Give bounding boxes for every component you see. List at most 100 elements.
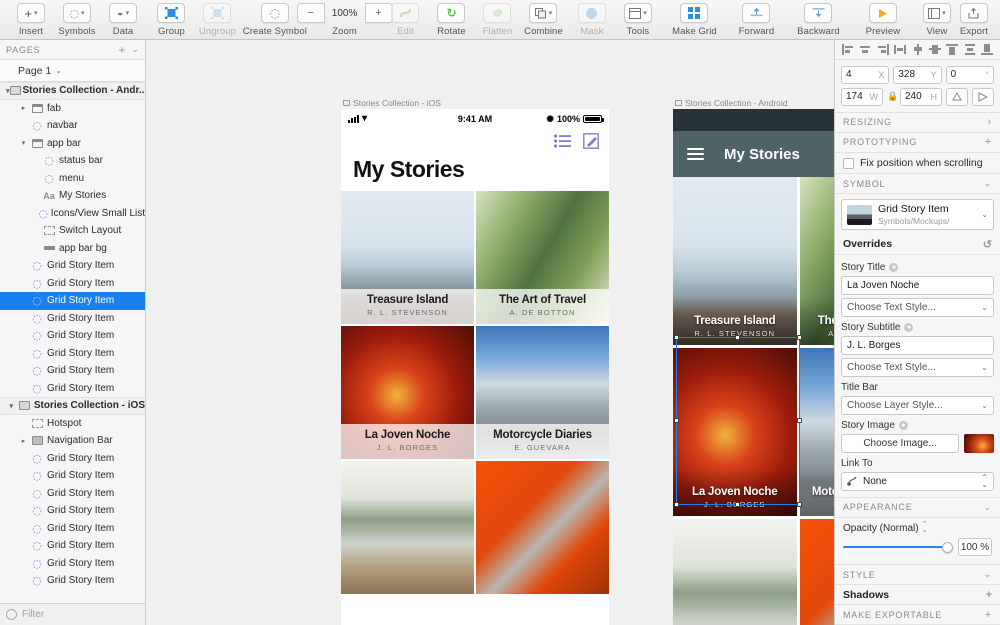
reset-overrides-icon[interactable]: ↺	[983, 238, 992, 251]
align-left-icon[interactable]	[841, 43, 855, 56]
story-card[interactable]: Treasure Island R. L. STEVENSON	[341, 191, 474, 324]
style-section-header[interactable]: STYLE ⌄	[835, 565, 1000, 586]
flatten-button[interactable]	[483, 3, 512, 23]
chevron-down-icon[interactable]: ⌄	[981, 210, 988, 219]
story-card[interactable]: La Joven Noche J. L. BORGES	[673, 348, 797, 516]
symbol-selector[interactable]: Grid Story Item Symbols/Mockups/ ⌄	[841, 199, 994, 231]
story-card[interactable]	[476, 461, 609, 594]
layer-row[interactable]: ▸app bar bg	[0, 240, 145, 258]
choose-image-button[interactable]: Choose Image...	[841, 433, 959, 453]
resizing-section-header[interactable]: RESIZING ›	[835, 113, 1000, 133]
view-button[interactable]: ▾	[922, 3, 951, 23]
group-button[interactable]	[157, 3, 186, 23]
x-field[interactable]: 4X	[841, 65, 890, 84]
prototyping-section-header[interactable]: PROTOTYPING +	[835, 133, 1000, 153]
combine-button[interactable]: ▾	[529, 3, 558, 23]
layer-row[interactable]: ▸◌Grid Story Item	[0, 257, 145, 275]
layer-row[interactable]: ▸Switch Layout	[0, 222, 145, 240]
story-card[interactable]: La Joven Noche J. L. BORGES	[341, 326, 474, 459]
ungroup-button[interactable]	[203, 3, 232, 23]
distribute-horizontal-icon[interactable]	[893, 43, 907, 56]
link-to-select[interactable]: None ⌃ ⌄	[841, 471, 994, 491]
align-center-horizontal-icon[interactable]	[858, 43, 872, 56]
story-card[interactable]: Motorcycle Diaries E. GUEVARA	[476, 326, 609, 459]
layer-row[interactable]: ▸◌Grid Story Item	[0, 345, 145, 363]
toolbar-zoom[interactable]: − 100% + Zoom	[296, 3, 393, 37]
toolbar-backward[interactable]: Backward	[787, 3, 849, 37]
create-symbol-button[interactable]: ◌	[260, 3, 289, 23]
disclosure-triangle[interactable]: ▸	[18, 104, 29, 112]
fix-position-row[interactable]: Fix position when scrolling	[835, 153, 1000, 175]
width-field[interactable]: 174 W	[841, 87, 883, 106]
toolbar-symbols[interactable]: ◌ ▾ Symbols	[54, 3, 100, 37]
align-middle-icon[interactable]	[928, 43, 942, 56]
chevron-down-icon[interactable]: ⌄	[984, 178, 992, 189]
layer-row[interactable]: ▸◌Grid Story Item	[0, 327, 145, 345]
lock-aspect-ratio-icon[interactable]: 🔒	[887, 91, 898, 102]
layer-list[interactable]: ▾Stories Collection - Andr...▸fab▸◌navba…	[0, 82, 145, 603]
story-subtitle-text-style-select[interactable]: Choose Text Style... ⌄	[841, 357, 994, 377]
slider-knob[interactable]	[942, 541, 953, 553]
fix-position-checkbox[interactable]	[843, 157, 854, 169]
compose-icon[interactable]	[583, 133, 599, 149]
layer-row[interactable]: ▸◌Grid Story Item	[0, 380, 145, 398]
layer-row[interactable]: ▸◌Grid Story Item	[0, 275, 145, 293]
edit-button[interactable]	[391, 3, 420, 23]
layer-row[interactable]: ▸◌Grid Story Item	[0, 485, 145, 503]
align-right-icon[interactable]	[876, 43, 890, 56]
layer-row[interactable]: ▸◌Grid Story Item	[0, 502, 145, 520]
opacity-slider[interactable]	[843, 541, 953, 553]
artboard-android[interactable]: 12:30 My Stories Treasure Island R. L. ST…	[673, 109, 834, 625]
toolbar-combine[interactable]: ▾ Combine	[520, 3, 566, 37]
height-field[interactable]: 240 H	[900, 87, 942, 106]
toolbar-group[interactable]: Group	[148, 3, 194, 37]
toolbar-rotate[interactable]: ↻ Rotate	[428, 3, 474, 37]
layer-row-artboard[interactable]: ▾ Stories Collection - Andr...	[0, 82, 145, 100]
forward-button[interactable]	[742, 3, 771, 23]
toolbar-edit[interactable]: Edit	[382, 3, 428, 37]
backward-button[interactable]	[804, 3, 833, 23]
story-card[interactable]: Treasure Island R. L. STEVENSON	[673, 177, 797, 345]
layer-row[interactable]: ▾ app bar	[0, 135, 145, 153]
story-image-thumbnail[interactable]	[964, 433, 994, 453]
add-page-icon[interactable]: +	[118, 43, 125, 57]
y-field[interactable]: 328 Y	[893, 65, 942, 84]
layer-row[interactable]: ▸◌status bar	[0, 152, 145, 170]
layer-row[interactable]: ▸◌Grid Story Item	[0, 292, 145, 310]
toolbar-data[interactable]: ◒ ▾ Data	[100, 3, 146, 37]
disclosure-triangle[interactable]: ▾	[18, 139, 29, 147]
artboard-ios[interactable]: ▾ 9:41 AM ✺ 100% My Stories Treasure Isl…	[341, 109, 609, 625]
layer-row-artboard[interactable]: ▾ Stories Collection - iOS	[0, 397, 145, 415]
toolbar-forward[interactable]: Forward	[725, 3, 787, 37]
align-bottom-icon[interactable]	[980, 43, 994, 56]
layer-row[interactable]: ▸◌Icons/View Small List	[0, 205, 145, 223]
story-card[interactable]: The Art of Travel A. DE BOTTON	[476, 191, 609, 324]
disclosure-triangle[interactable]: ▾	[6, 402, 17, 410]
flip-vertical-button[interactable]	[946, 87, 968, 106]
override-toggle-icon[interactable]: ●	[904, 322, 914, 332]
add-icon[interactable]: +	[985, 136, 992, 148]
layer-row[interactable]: ▸◌menu	[0, 170, 145, 188]
layer-row[interactable]: ▸◌Grid Story Item	[0, 310, 145, 328]
artboard-label-android[interactable]: Stories Collection - Android	[675, 98, 788, 108]
align-vertical-center-icon[interactable]	[911, 43, 925, 56]
story-card[interactable]: The Art of Travel A. DE BOTTON	[799, 177, 834, 345]
chevron-down-icon[interactable]: ⌄	[984, 569, 992, 580]
title-bar-layer-style-select[interactable]: Choose Layer Style... ⌄	[841, 395, 994, 415]
menu-icon[interactable]	[687, 148, 704, 160]
layer-row[interactable]: ▸◌Grid Story Item	[0, 467, 145, 485]
story-subtitle-input[interactable]: J. L. Borges	[841, 335, 994, 355]
override-toggle-icon[interactable]: ●	[898, 420, 908, 430]
toolbar-make-grid[interactable]: Make Grid	[663, 3, 725, 37]
toolbar-tools[interactable]: ▾ Tools	[615, 3, 661, 37]
mask-button[interactable]	[577, 3, 606, 23]
layer-row[interactable]: ▸◌Grid Story Item	[0, 537, 145, 555]
insert-button[interactable]: + ▾	[17, 3, 45, 23]
opacity-value[interactable]: 100 %	[958, 538, 992, 557]
layer-row[interactable]: ▸◌Grid Story Item	[0, 555, 145, 573]
story-card[interactable]	[673, 519, 797, 625]
toolbar-view[interactable]: ▾ View	[914, 3, 960, 37]
artboard-label-ios[interactable]: Stories Collection - iOS	[343, 98, 441, 108]
story-card[interactable]	[341, 461, 474, 594]
story-title-input[interactable]: La Joven Noche	[841, 275, 994, 295]
